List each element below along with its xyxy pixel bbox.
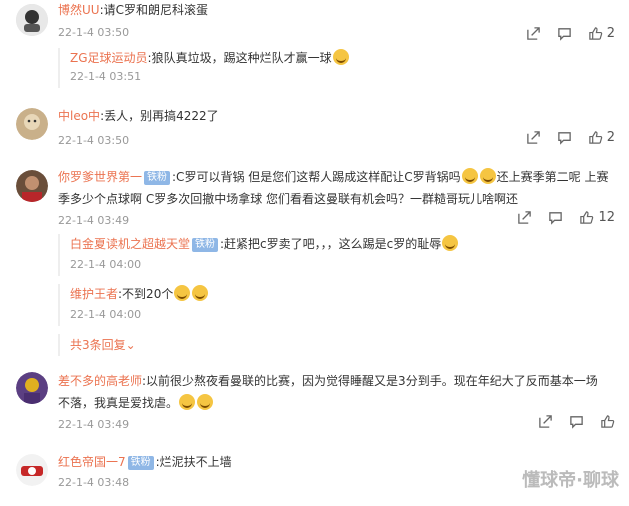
avatar[interactable]	[16, 170, 48, 202]
username[interactable]: 维护王者	[70, 287, 118, 301]
like-icon[interactable]	[600, 414, 615, 429]
reply-3-2: 维护王者:不到20个 22-1-4 04:00	[58, 284, 613, 326]
timestamp: 22-1-4 04:00	[70, 308, 142, 321]
like-icon	[588, 27, 602, 40]
timestamp: 22-1-4 03:51	[70, 70, 142, 83]
comment-icon[interactable]	[557, 130, 572, 145]
username[interactable]: 中leo中	[58, 109, 100, 123]
username[interactable]: ZG足球运动员	[70, 51, 148, 65]
share-icon[interactable]	[517, 210, 532, 225]
share-icon[interactable]	[526, 26, 541, 41]
laughing-emoji-icon	[192, 285, 209, 301]
like-button[interactable]: 2	[588, 26, 615, 41]
timestamp: 22-1-4 04:00	[70, 258, 142, 271]
avatar[interactable]	[16, 108, 48, 140]
comment-icon[interactable]	[548, 210, 563, 225]
laughing-emoji-icon	[174, 285, 191, 301]
emoji-icon	[461, 168, 478, 184]
reply-3-1: 白金夏读机之超越天堂 铁粉:赶紧把c罗卖了吧，，，这么踢是c罗的耻辱 22-1-4…	[58, 234, 613, 276]
comment-text: :烂泥扶不上墙	[155, 455, 232, 469]
comment-actions: 2	[526, 130, 615, 145]
like-button[interactable]: 2	[588, 130, 615, 145]
more-replies-link[interactable]: 共3条回复	[70, 338, 126, 352]
timestamp: 22-1-4 03:49	[58, 418, 130, 431]
emoji-icon	[179, 394, 196, 410]
like-count: 2	[606, 26, 615, 41]
avatar[interactable]	[16, 4, 48, 36]
username[interactable]: 差不多的高老师	[58, 374, 142, 388]
like-icon	[588, 131, 602, 144]
username[interactable]: 你罗爹世界第一	[58, 170, 142, 184]
more-replies: 共3条回复⌄	[58, 334, 613, 356]
like-count: 12	[598, 210, 615, 225]
comment-actions: 2	[526, 26, 615, 41]
reply-text: :狼队真垃圾，踢这种烂队才赢一球	[147, 51, 332, 65]
emoji-icon	[479, 168, 496, 184]
username[interactable]: 红色帝国一7	[58, 455, 126, 469]
chevron-down-icon[interactable]: ⌄	[126, 338, 136, 352]
comment-text: :丢人，别再搞4222了	[100, 109, 219, 123]
fan-badge: 铁粉	[192, 238, 219, 252]
reply-text: :不到20个	[118, 287, 174, 301]
share-icon[interactable]	[538, 414, 553, 429]
avatar[interactable]	[16, 454, 48, 486]
like-icon	[580, 211, 594, 224]
like-count: 2	[606, 130, 615, 145]
reply-1-1: ZG足球运动员:狼队真垃圾，踢这种烂队才赢一球 22-1-4 03:51	[58, 48, 613, 88]
fan-badge: 铁粉	[144, 171, 171, 185]
fan-badge: 铁粉	[127, 456, 154, 470]
like-button[interactable]: 12	[579, 210, 615, 225]
reply-text: :赶紧把c罗卖了吧，，，这么踢是c罗的耻辱	[220, 237, 442, 251]
username[interactable]: 白金夏读机之超越天堂	[70, 237, 190, 251]
emoji-icon	[197, 394, 214, 410]
comment-actions: 12	[517, 210, 615, 225]
comment-icon[interactable]	[569, 414, 584, 429]
comment-text: :C罗可以背锅 但是您们这帮人踢成这样配让C罗背锅吗	[172, 170, 461, 184]
comment-text: :请C罗和朗尼科滚蛋	[99, 3, 209, 17]
comment-actions	[538, 414, 615, 429]
watermark: 懂球帝·聊球	[522, 470, 619, 491]
avatar[interactable]	[16, 372, 48, 404]
comment-icon[interactable]	[557, 26, 572, 41]
share-icon[interactable]	[526, 130, 541, 145]
laughing-emoji-icon	[442, 235, 459, 251]
username[interactable]: 博然UU	[58, 3, 100, 17]
crying-emoji-icon	[332, 49, 349, 65]
